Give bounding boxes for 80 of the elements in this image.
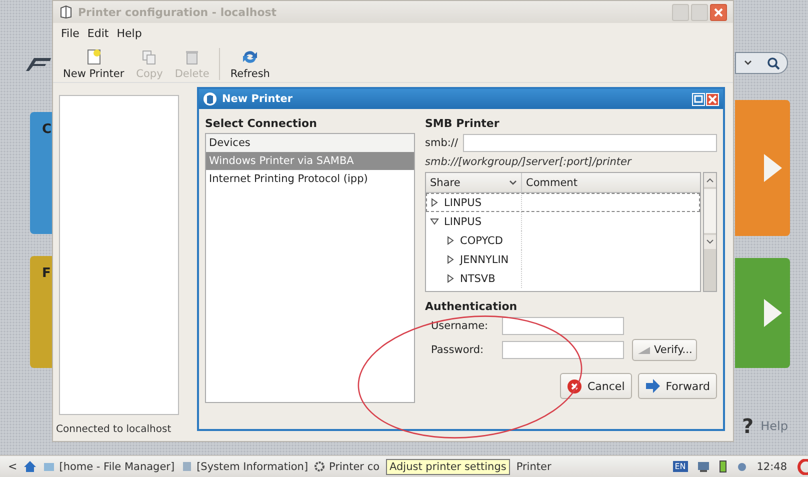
logo-icon (24, 56, 52, 72)
password-field[interactable] (502, 341, 624, 359)
share-name: JENNYLIN (460, 254, 509, 266)
column-header[interactable]: Comment (522, 173, 582, 192)
search-combo[interactable] (735, 52, 788, 74)
verify-button[interactable]: Verify... (632, 339, 698, 361)
connection-item[interactable]: Devices (206, 134, 414, 152)
tile[interactable] (735, 258, 790, 368)
expander-icon[interactable] (430, 198, 439, 207)
tile[interactable]: F (30, 256, 52, 368)
share-name: LINPUS (444, 196, 482, 208)
scroll-left-button[interactable]: < (8, 460, 18, 473)
power-icon[interactable] (796, 458, 808, 474)
section-heading: Select Connection (205, 117, 318, 130)
help-icon[interactable]: ? (742, 414, 754, 438)
window-title: Printer configuration - localhost (78, 6, 277, 18)
toolbar-button[interactable]: Refresh (228, 48, 272, 80)
forward-button[interactable]: Forward (638, 373, 717, 399)
menu-item[interactable]: Edit (87, 26, 109, 40)
tile-label: F (42, 266, 51, 281)
tile-label: C (42, 122, 52, 137)
connection-item[interactable]: Internet Printing Protocol (ipp) (206, 170, 414, 188)
tooltip: Adjust printer settings (386, 458, 510, 474)
maximize-icon (694, 95, 703, 103)
tile[interactable]: C (30, 112, 52, 234)
close-button[interactable] (710, 4, 727, 20)
field-label: Username: (431, 320, 490, 332)
section-heading: SMB Printer (425, 117, 500, 130)
taskbar-item[interactable]: [System Information] (180, 460, 308, 472)
share-name: COPYCD (460, 234, 503, 246)
expander-icon[interactable] (446, 236, 455, 245)
field-label: smb:// (425, 137, 458, 149)
expander-icon[interactable] (446, 255, 455, 264)
share-name: LINPUS (444, 216, 482, 228)
expander-icon[interactable] (430, 217, 439, 226)
copy-icon (140, 48, 158, 66)
new-document-icon (84, 48, 103, 66)
refresh-icon (241, 48, 260, 66)
dialog-title: New Printer (222, 93, 293, 105)
scrollbar[interactable] (703, 172, 717, 292)
signal-icon (637, 345, 651, 355)
taskbar-item[interactable]: Printer co (314, 460, 380, 472)
clock: 12:48 (756, 460, 787, 472)
tree-row[interactable]: LINPUS (426, 193, 700, 212)
search-icon (766, 56, 780, 70)
tree-row[interactable]: COPYCD (426, 231, 700, 250)
close-icon (714, 8, 723, 16)
tree-row[interactable]: NTSVB (426, 269, 700, 288)
cancel-button[interactable]: Cancel (560, 373, 632, 399)
sort-icon (509, 180, 517, 186)
status-text: Connected to localhost (56, 424, 172, 435)
expander-icon[interactable] (446, 274, 455, 283)
arrow-icon (644, 379, 661, 393)
caret-icon (744, 60, 752, 66)
hint-text: smb://[workgroup/]server[:port]/printer (425, 156, 633, 168)
tile[interactable] (735, 100, 790, 236)
close-icon (708, 94, 717, 104)
field-label: Password: (431, 344, 485, 356)
column-header[interactable]: Share (426, 173, 522, 192)
menu-item[interactable]: Help (116, 26, 142, 40)
cancel-icon (567, 378, 582, 394)
toolbar-button[interactable]: New Printer (61, 48, 126, 80)
gear-icon (314, 461, 326, 472)
arrow-icon (762, 152, 784, 184)
share-name: NTSVB (460, 272, 496, 284)
home-icon[interactable] (23, 460, 38, 473)
smb-url-field[interactable] (462, 134, 717, 152)
arrow-icon (762, 297, 784, 329)
menu-item[interactable]: File (61, 26, 80, 40)
tree-row[interactable]: JENNYLIN (426, 250, 700, 269)
taskbar-item[interactable]: Printer (516, 460, 552, 472)
tree-row[interactable]: LINPUS (426, 212, 700, 231)
scroll-up-icon[interactable] (706, 177, 714, 183)
language-indicator[interactable]: EN (672, 461, 688, 472)
battery-icon[interactable] (718, 460, 727, 473)
username-field[interactable] (502, 317, 624, 335)
taskbar-item[interactable]: [home - File Manager] (43, 460, 175, 472)
section-heading: Authentication (425, 300, 518, 313)
network-icon[interactable] (696, 460, 710, 472)
scroll-down-icon[interactable] (706, 239, 714, 245)
